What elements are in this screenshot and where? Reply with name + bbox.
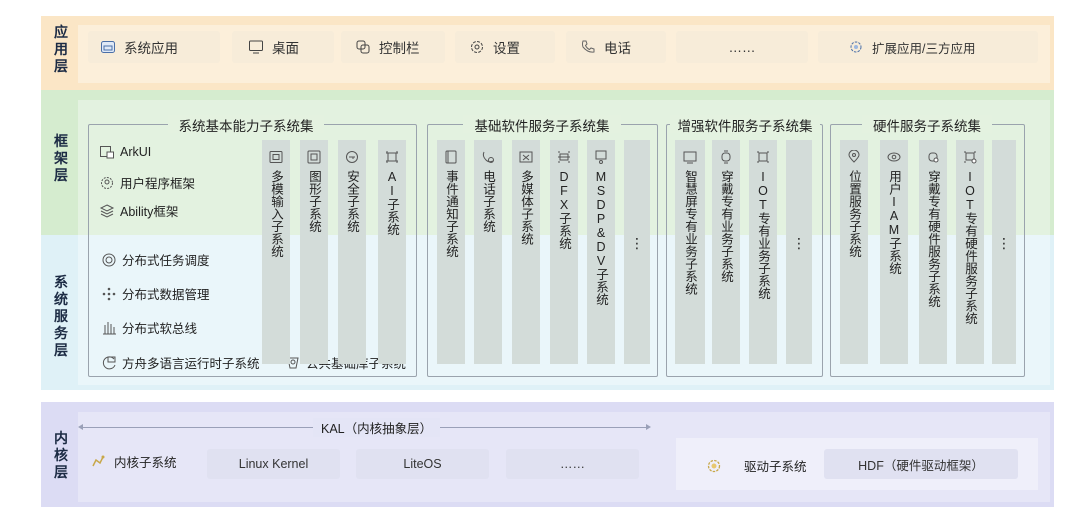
soft-bus-icon <box>101 320 116 335</box>
column-multimodal-input: 多模输入子系统 <box>262 140 290 364</box>
kernel-subsystem: 内核子系统 <box>90 452 177 471</box>
app-item-system-app[interactable]: 系统应用 <box>88 31 220 63</box>
multimodal-input-icon <box>269 150 283 164</box>
hardware-group-title: 硬件服务子系统集 <box>862 115 992 134</box>
column-enhanced-more: ⋮ <box>786 140 812 364</box>
column-smart-screen: 智慧屏专有业务子系统 <box>675 140 705 364</box>
arkui-icon <box>99 144 114 159</box>
column-dfx: DFX子系统 <box>550 140 578 364</box>
column-security: 安全子系统 <box>338 140 366 364</box>
column-user-iam: 用户IAM子系统 <box>880 140 908 364</box>
event-notify-icon <box>444 150 458 164</box>
software-group-title: 基础软件服务子系统集 <box>463 115 621 134</box>
control-bar-icon <box>355 39 371 55</box>
multimedia-icon <box>519 150 533 164</box>
service-item-data-manage: 分布式数据管理 <box>101 284 210 303</box>
app-item-phone[interactable]: 电话 <box>566 31 666 63</box>
graphics-icon <box>307 150 321 164</box>
app-item-label: …… <box>728 39 756 55</box>
telephony-icon <box>481 150 495 164</box>
kal-arrow-right <box>646 424 651 430</box>
phone-icon <box>580 39 596 55</box>
security-icon <box>345 150 359 164</box>
ark-runtime-icon <box>101 355 116 370</box>
app-item-label: 系统应用 <box>124 41 178 56</box>
driver-icon <box>706 458 722 474</box>
column-location: 位置服务子系统 <box>840 140 868 364</box>
msdp-icon <box>594 150 608 164</box>
column-iot-hw: IOT专有硬件服务子系统 <box>956 140 984 364</box>
user-iam-icon <box>887 150 901 164</box>
ability-icon <box>99 203 115 218</box>
framework-item-user-program: 用户程序框架 <box>99 173 195 192</box>
system-app-icon <box>100 39 116 55</box>
framework-item-arkui: ArkUI <box>99 144 151 159</box>
app-item-extended[interactable]: 扩展应用/三方应用 <box>818 31 1038 63</box>
system-service-layer-label: 系统服务层 <box>54 274 68 358</box>
service-item-soft-bus: 分布式软总线 <box>101 318 197 337</box>
app-item-control-bar[interactable]: 控制栏 <box>341 31 445 63</box>
smart-screen-icon <box>683 150 697 164</box>
enhanced-group-title: 增强软件服务子系统集 <box>670 115 820 134</box>
column-multimedia: 多媒体子系统 <box>512 140 540 364</box>
settings-icon <box>469 39 485 55</box>
app-item-label: 电话 <box>604 41 631 56</box>
ai-icon <box>385 150 399 164</box>
app-item-settings[interactable]: 设置 <box>455 31 555 63</box>
kernel-liteos[interactable]: LiteOS <box>356 449 489 479</box>
kernel-more[interactable]: …… <box>506 449 639 479</box>
app-item-label: 桌面 <box>272 41 299 56</box>
app-layer-label: 应用层 <box>54 24 68 74</box>
dfx-icon <box>557 150 571 164</box>
app-item-label: 设置 <box>493 41 520 56</box>
kal-arrow-left <box>78 424 83 430</box>
column-event-notify: 事件通知子系统 <box>437 140 465 364</box>
column-ai: AI子系统 <box>378 140 406 364</box>
column-wearable: 穿戴专有业务子系统 <box>712 140 740 364</box>
iot-hw-icon <box>963 150 977 164</box>
hdf-framework[interactable]: HDF（硬件驱动框架） <box>824 449 1018 479</box>
framework-layer-label: 框架层 <box>54 133 68 183</box>
bottom-item-ark-runtime: 方舟多语言运行时子系统 <box>101 353 260 372</box>
kernel-layer-label: 内核层 <box>54 430 68 480</box>
column-software-more: ⋮ <box>624 140 650 364</box>
iot-icon <box>756 150 770 164</box>
column-telephony: 电话子系统 <box>474 140 502 364</box>
column-iot: IOT专有业务子系统 <box>749 140 777 364</box>
data-manage-icon <box>101 286 116 301</box>
kal-label: KAL（内核抽象层） <box>313 418 441 437</box>
location-icon <box>847 150 861 164</box>
driver-subsystem: 驱动子系统 <box>706 456 807 475</box>
column-wearable-hw: 穿戴专有硬件服务子系统 <box>919 140 947 364</box>
desktop-icon <box>248 39 264 55</box>
app-item-label: 控制栏 <box>379 41 420 56</box>
column-msdp: MSDP&DV子系统 <box>587 140 615 364</box>
task-schedule-icon <box>101 252 116 267</box>
column-hardware-more: ⋮ <box>992 140 1016 364</box>
app-item-desktop[interactable]: 桌面 <box>232 31 334 63</box>
kernel-linux[interactable]: Linux Kernel <box>207 449 340 479</box>
user-program-icon <box>99 175 114 190</box>
wearable-icon <box>719 150 733 164</box>
extended-app-label: 扩展应用/三方应用 <box>872 41 976 56</box>
service-item-task-schedule: 分布式任务调度 <box>101 250 210 269</box>
kernel-icon <box>90 454 106 470</box>
wearable-hw-icon <box>926 150 940 164</box>
column-graphics: 图形子系统 <box>300 140 328 364</box>
basic-group-title: 系统基本能力子系统集 <box>168 115 324 134</box>
extended-app-icon <box>848 39 864 55</box>
framework-item-ability: Ability框架 <box>99 201 178 220</box>
app-item-more[interactable]: …… <box>676 31 808 63</box>
